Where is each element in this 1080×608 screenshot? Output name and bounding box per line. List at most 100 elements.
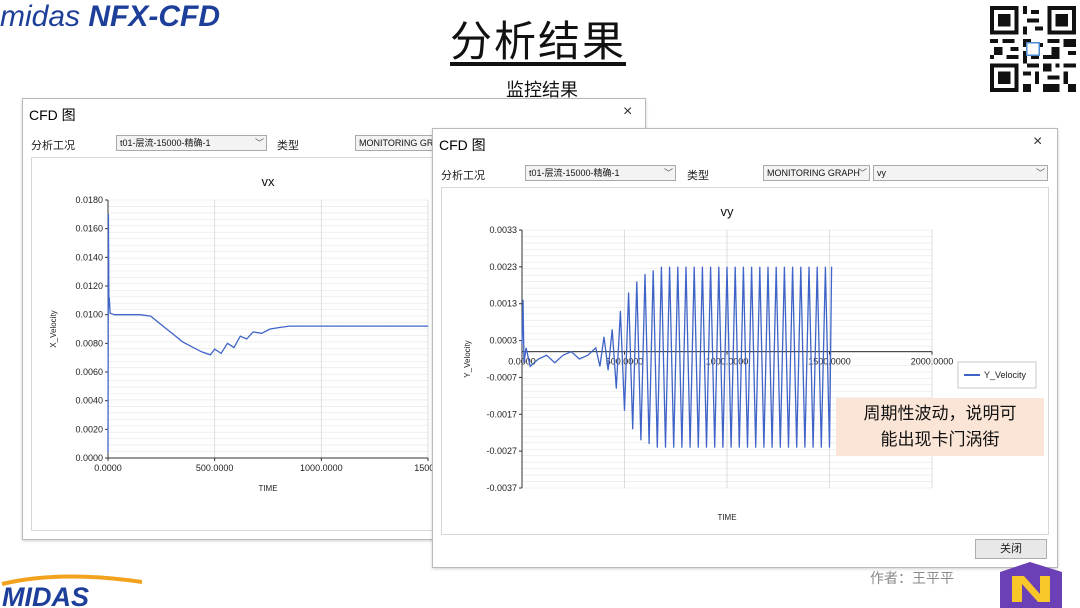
data-point <box>767 266 769 268</box>
y-tick-label: 0.0060 <box>75 367 103 377</box>
data-point <box>620 310 621 312</box>
y-tick-label: -0.0017 <box>486 409 517 419</box>
data-point <box>128 314 130 316</box>
data-point <box>677 266 679 268</box>
data-point <box>636 281 638 282</box>
y-tick-label: -0.0027 <box>486 446 517 456</box>
y-tick-label: 0.0040 <box>75 396 103 406</box>
data-point <box>784 266 785 268</box>
close-button[interactable]: 关闭 <box>975 539 1047 559</box>
dialog-title: CFD 图 <box>29 107 76 123</box>
close-icon[interactable]: × <box>1033 133 1042 151</box>
brand-part1: midas <box>0 0 89 33</box>
data-point <box>743 266 744 268</box>
data-point <box>299 325 301 327</box>
data-point <box>825 266 826 268</box>
dialog-title: CFD 图 <box>439 137 486 153</box>
x-tick-label: 500.0000 <box>196 463 234 473</box>
data-point <box>722 447 724 448</box>
data-point <box>726 266 728 268</box>
data-point <box>738 447 740 448</box>
data-point <box>109 312 111 314</box>
x-axis-label: TIME <box>258 484 277 493</box>
type-select-value: MONITORING GRAPH <box>767 168 860 178</box>
data-point <box>706 447 707 448</box>
x-axis-label: TIME <box>717 513 736 522</box>
data-point <box>775 266 777 268</box>
y-tick-label: 0.0180 <box>75 195 103 205</box>
data-point <box>648 443 650 445</box>
data-point <box>521 343 523 345</box>
data-point <box>579 358 580 360</box>
data-point <box>804 447 806 448</box>
data-point <box>652 270 654 271</box>
case-select[interactable]: t01-层流-15000-精确-1 ﹀ <box>525 165 676 181</box>
data-point <box>150 315 152 317</box>
data-point <box>538 358 539 360</box>
plot-area: 0.0033 0.0023 0.0013 0.0003 -0.0007 -0.0017 -0… <box>441 187 1049 535</box>
type-select[interactable]: MONITORING GRAPH ﹀ <box>763 165 870 181</box>
data-point <box>107 451 109 453</box>
data-point <box>792 266 793 268</box>
data-point <box>714 447 716 448</box>
data-point <box>595 347 597 349</box>
data-point <box>734 266 736 268</box>
data-point <box>214 348 216 350</box>
vx-chart: 0.0000 0.0020 0.0040 0.0060 0.0080 0.0100 0.01… <box>49 174 442 493</box>
data-point <box>120 314 122 316</box>
data-point <box>239 335 241 337</box>
data-point <box>546 354 547 356</box>
data-point <box>525 347 527 349</box>
data-point <box>342 325 344 327</box>
data-point <box>624 410 625 411</box>
case-label: 分析工况 <box>441 170 485 182</box>
data-point <box>747 447 748 448</box>
data-point <box>252 331 254 333</box>
data-point <box>160 324 162 326</box>
x-tick-label: 2000.0000 <box>911 357 954 367</box>
x-tick-label: 0.0000 <box>94 463 122 473</box>
x-tick-label: 1000.0000 <box>300 463 343 473</box>
y-axis-label: X_Velocity <box>49 310 58 347</box>
data-point <box>269 328 271 330</box>
y-tick-label: 0.0033 <box>489 225 517 235</box>
data-point <box>603 336 605 338</box>
variable-select-value: vy <box>877 168 886 178</box>
legend-label: Y_Velocity <box>984 370 1027 380</box>
data-point <box>108 307 110 308</box>
data-point <box>288 325 290 327</box>
y-tick-label: 0.0003 <box>489 336 517 346</box>
variable-select[interactable]: vy ﹀ <box>873 165 1048 181</box>
y-tick-label: 0.0140 <box>75 252 103 262</box>
brand-part2: NFX-CFD <box>88 0 221 33</box>
data-point <box>689 447 691 448</box>
data-point <box>644 273 646 275</box>
close-icon[interactable]: × <box>623 103 632 121</box>
data-point <box>233 347 235 348</box>
data-point <box>730 447 732 448</box>
series-line <box>521 266 833 448</box>
data-point <box>771 447 773 448</box>
data-point <box>808 266 810 268</box>
data-point <box>261 332 262 334</box>
data-point <box>665 447 666 448</box>
data-point <box>800 266 802 268</box>
data-point <box>246 338 248 340</box>
vy-chart: 0.0033 0.0023 0.0013 0.0003 -0.0007 -0.0017 -0… <box>463 204 1037 522</box>
y-tick-label: 0.0000 <box>75 453 103 463</box>
data-point <box>427 325 429 327</box>
y-tick-label: 0.0160 <box>75 224 103 234</box>
data-point <box>523 362 525 364</box>
data-point <box>669 266 670 268</box>
data-point <box>201 351 203 353</box>
x-tick-label: 500.0000 <box>606 357 644 367</box>
qr-code-icon <box>990 6 1076 92</box>
chart-title: vx <box>262 174 276 189</box>
case-select[interactable]: t01-层流-15000-精确-1 ﹀ <box>116 135 267 151</box>
data-point <box>210 354 211 356</box>
chevron-down-icon: ﹀ <box>1035 168 1045 178</box>
y-tick-label: 0.0013 <box>489 299 517 309</box>
annotation-note: 周期性波动，说明可 能出现卡门涡街 <box>836 398 1044 456</box>
data-point <box>182 341 184 343</box>
data-point <box>681 447 683 448</box>
